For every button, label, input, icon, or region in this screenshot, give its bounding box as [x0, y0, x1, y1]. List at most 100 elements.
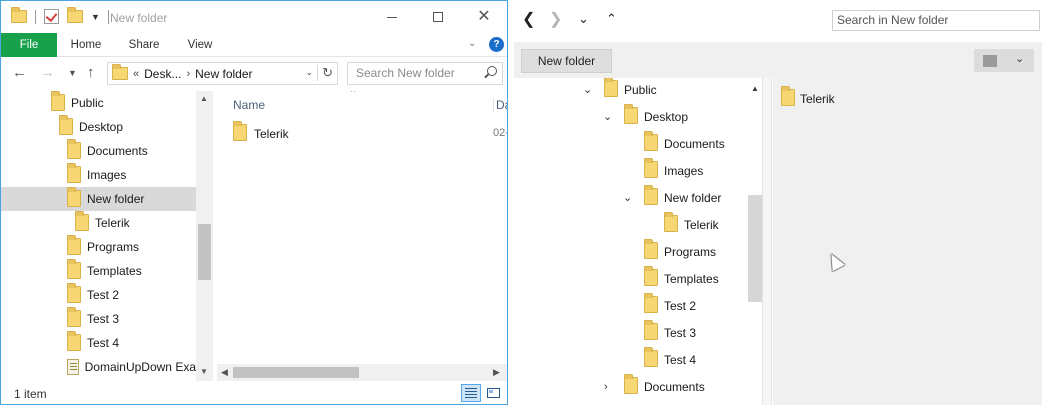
maximize-button[interactable]: [415, 1, 461, 33]
minimize-button[interactable]: [369, 1, 415, 33]
tab-home[interactable]: Home: [59, 33, 113, 57]
scroll-left-icon[interactable]: ◀: [221, 367, 228, 378]
scroll-right-icon[interactable]: ▶: [493, 367, 500, 378]
nav-item-telerik[interactable]: Telerik: [1, 211, 196, 235]
dialog-file-list: Telerik: [773, 78, 1042, 405]
scroll-up-icon[interactable]: ▲: [751, 84, 759, 93]
nav-item-label: Documents: [87, 144, 148, 158]
tab-file[interactable]: File: [1, 33, 57, 57]
refresh-icon[interactable]: ↻: [317, 65, 333, 81]
tree-item-test-2[interactable]: Test 2: [644, 292, 696, 319]
folder-icon: [67, 283, 81, 303]
nav-item-label: Desktop: [79, 120, 124, 134]
folder-icon: [67, 307, 81, 327]
nav-item-label: Test 4: [87, 336, 120, 350]
breadcrumb-overflow[interactable]: «: [133, 68, 139, 80]
search-input[interactable]: Search New folder: [347, 62, 503, 85]
breadcrumb-desktop[interactable]: Desk...: [144, 67, 181, 81]
nav-item-domainupdown[interactable]: DomainUpDown Exa: [1, 355, 196, 379]
maximize-icon: [433, 12, 443, 22]
tab-share[interactable]: Share: [117, 33, 171, 57]
tree-item-templates[interactable]: Templates: [644, 265, 719, 292]
view-mode-selector[interactable]: ⌄: [974, 49, 1034, 72]
folder-icon: [67, 139, 81, 159]
address-dropdown-icon[interactable]: ⌄: [305, 67, 313, 78]
column-header-date[interactable]: Da: [493, 98, 507, 112]
back-button[interactable]: ❮: [522, 9, 535, 29]
tree-item-images[interactable]: Images: [644, 157, 703, 184]
tree-item-programs[interactable]: Programs: [644, 238, 716, 265]
tab-view[interactable]: View: [173, 33, 227, 57]
horizontal-scrollbar[interactable]: ◀ ▶: [217, 364, 507, 381]
address-bar[interactable]: « Desk... › New folder ⌄ ↻: [107, 62, 338, 85]
forward-button[interactable]: ❯: [549, 9, 562, 29]
new-folder-icon[interactable]: [67, 7, 83, 23]
scrollbar-thumb[interactable]: [748, 195, 763, 302]
new-folder-button[interactable]: New folder: [521, 49, 612, 73]
help-icon[interactable]: ?: [489, 37, 504, 52]
nav-item-documents[interactable]: Documents: [1, 139, 196, 163]
chevron-down-icon[interactable]: ⌄: [1015, 52, 1024, 65]
ribbon-tabs: File Home Share View ⌄ ?: [1, 33, 507, 57]
expand-ribbon-icon[interactable]: ⌄: [468, 38, 476, 49]
folder-icon: [67, 259, 81, 279]
scroll-down-icon[interactable]: ▼: [200, 367, 208, 376]
tree-item-new-folder[interactable]: ⌄ New folder: [623, 184, 721, 211]
chevron-down-icon[interactable]: ⌄: [623, 191, 632, 204]
column-header-name[interactable]: Name: [233, 98, 265, 112]
folder-icon: [644, 185, 658, 205]
list-item[interactable]: Telerik: [781, 86, 835, 107]
nav-pane-scrollbar[interactable]: ▲ ▼: [196, 91, 213, 381]
folder-icon: [51, 91, 65, 111]
nav-item-public[interactable]: Public: [1, 91, 196, 115]
scrollbar-thumb[interactable]: [198, 224, 211, 280]
tree-item-test-3[interactable]: Test 3: [644, 319, 696, 346]
tree-item-telerik[interactable]: Telerik: [664, 211, 719, 238]
breadcrumb-new-folder[interactable]: New folder: [195, 67, 252, 81]
chevron-right-icon[interactable]: ›: [604, 381, 608, 393]
nav-item-test-2[interactable]: Test 2: [1, 283, 196, 307]
nav-item-test-3[interactable]: Test 3: [1, 307, 196, 331]
tree-item-public[interactable]: ⌄ Public: [583, 78, 657, 103]
nav-item-test-4[interactable]: Test 4: [1, 331, 196, 355]
chevron-down-icon[interactable]: ⌄: [603, 110, 612, 123]
back-button[interactable]: ←: [12, 64, 27, 81]
nav-item-images[interactable]: Images: [1, 163, 196, 187]
list-item[interactable]: Telerik: [233, 121, 289, 142]
folder-icon: [644, 293, 658, 313]
pane-splitter[interactable]: [762, 78, 772, 405]
nav-item-desktop[interactable]: Desktop: [1, 115, 196, 139]
nav-item-label: Images: [87, 168, 127, 182]
folder-icon: [624, 104, 638, 124]
customize-toolbar-icon[interactable]: ▼: [91, 12, 100, 22]
chevron-up-icon[interactable]: ⌃: [606, 11, 617, 27]
recent-locations-icon[interactable]: ▼: [68, 68, 77, 78]
chevron-down-icon[interactable]: ⌄: [578, 11, 589, 27]
tree-item-desktop[interactable]: ⌄ Desktop: [603, 103, 688, 130]
scrollbar-thumb[interactable]: [233, 367, 359, 378]
nav-item-label: Test 3: [87, 312, 120, 326]
nav-item-label: Public: [71, 96, 104, 110]
folder-icon: [75, 211, 89, 231]
nav-item-programs[interactable]: Programs: [1, 235, 196, 259]
tree-item-documents[interactable]: Documents: [644, 130, 725, 157]
scroll-up-icon[interactable]: ▲: [200, 94, 208, 103]
folder-icon: [644, 266, 658, 286]
search-input[interactable]: Search in New folder: [832, 10, 1040, 31]
chevron-down-icon[interactable]: ⌄: [583, 83, 592, 96]
chevron-right-icon[interactable]: ›: [186, 68, 190, 80]
tree-item-test-4[interactable]: Test 4: [644, 346, 696, 373]
folder-icon: [11, 7, 27, 23]
up-button[interactable]: ↑: [87, 64, 95, 81]
tree-item-documents-root[interactable]: › Documents: [604, 373, 705, 400]
forward-button[interactable]: →: [40, 64, 55, 81]
nav-item-new-folder[interactable]: New folder: [1, 187, 196, 211]
close-button[interactable]: ✕: [461, 1, 507, 33]
properties-icon[interactable]: [44, 9, 59, 24]
details-view-button[interactable]: [461, 384, 481, 402]
nav-item-label: Test 2: [87, 288, 120, 302]
large-icons-view-button[interactable]: [483, 384, 503, 402]
separator: [107, 9, 109, 24]
tree-item-label: Programs: [664, 244, 717, 259]
nav-item-templates[interactable]: Templates: [1, 259, 196, 283]
